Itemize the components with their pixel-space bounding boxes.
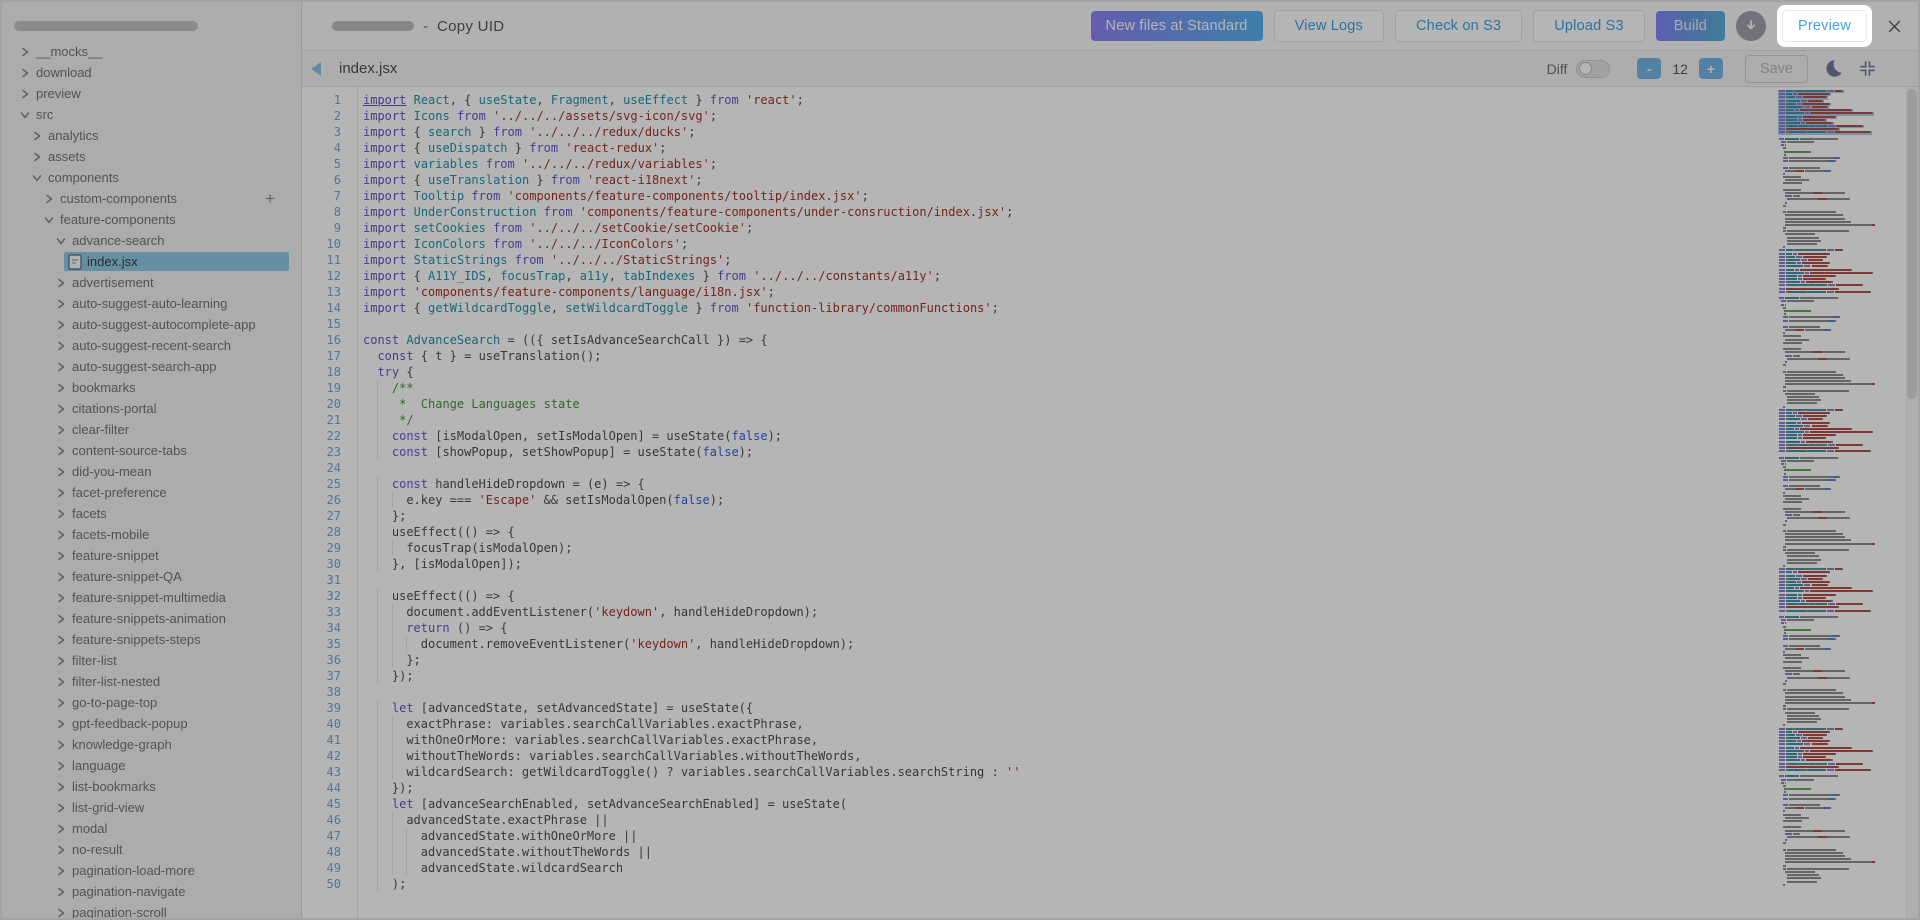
preview-button[interactable]: Preview — [1782, 10, 1867, 42]
app-window: __mocks__downloadpreviewsrcanalyticsasse… — [0, 0, 1920, 920]
dim-overlay — [2, 2, 1918, 918]
preview-spotlight: Preview — [1777, 5, 1872, 47]
